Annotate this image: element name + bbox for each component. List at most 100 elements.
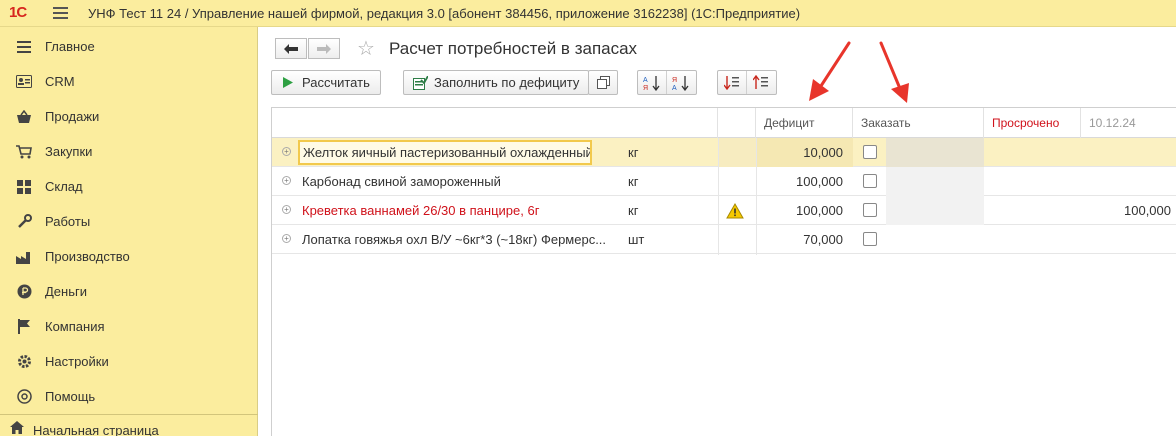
order-checkbox[interactable] <box>863 232 877 246</box>
row-order-qty[interactable] <box>886 196 984 225</box>
basket-icon <box>16 109 32 125</box>
column-header-name[interactable] <box>272 108 718 138</box>
column-header-deficit[interactable]: Дефицит <box>756 108 853 138</box>
cart-icon <box>16 144 32 160</box>
overdue-header-label: Просрочено <box>992 116 1060 130</box>
row-date-value <box>1081 167 1176 196</box>
row-unit: кг <box>628 203 639 218</box>
copy-button[interactable] <box>588 70 618 95</box>
sidebar-item-label: Главное <box>45 39 95 54</box>
sidebar-item-label: Склад <box>45 179 83 194</box>
sidebar: Главное CRM Продажи Закупки Склад Работы <box>0 27 258 436</box>
table-row[interactable]: + Желток яичный пастеризованный охлажден… <box>272 138 1176 167</box>
svg-text:А: А <box>643 77 648 84</box>
expand-icon[interactable]: + <box>282 205 291 214</box>
row-date-value <box>1081 225 1176 254</box>
deficit-header-label: Дефицит <box>764 116 815 130</box>
column-header-order[interactable]: Заказать <box>853 108 984 138</box>
row-order-qty[interactable] <box>886 225 984 254</box>
table-row[interactable]: + Лопатка говяжья охл В/У ~6кг*3 (~18кг)… <box>272 225 1176 254</box>
sidebar-item-purchases[interactable]: Закупки <box>0 134 258 169</box>
factory-icon <box>16 249 32 265</box>
sidebar-item-company[interactable]: Компания <box>0 309 258 344</box>
row-deficit: 100,000 <box>796 203 843 218</box>
column-header-date[interactable]: 10.12.24 <box>1081 108 1176 138</box>
back-button[interactable] <box>275 38 307 59</box>
home-icon <box>10 421 24 436</box>
move-down-icon[interactable] <box>718 71 746 94</box>
sidebar-item-label: Помощь <box>45 389 96 404</box>
sidebar-divider <box>0 414 258 415</box>
sidebar-item-money[interactable]: Деньги <box>0 274 258 309</box>
sidebar-item-label: Деньги <box>45 284 87 299</box>
order-checkbox[interactable] <box>863 145 877 159</box>
sort-ascending-icon[interactable]: АЯ <box>638 71 666 94</box>
hamburger-menu-icon[interactable] <box>53 7 68 19</box>
sort-buttons-group: АЯ ЯА <box>637 70 697 95</box>
row-deficit: 100,000 <box>796 174 843 189</box>
row-name[interactable]: Желток яичный пастеризованный охлажденны… <box>298 140 592 165</box>
sidebar-item-production[interactable]: Производство <box>0 239 258 274</box>
table-header: Дефицит Заказать Просрочено 10.12.24 <box>272 108 1176 138</box>
flag-icon <box>16 319 32 335</box>
column-header-overdue[interactable]: Просрочено <box>984 108 1081 138</box>
row-name[interactable]: Креветка ваннамей 26/30 в панцире, 6г <box>302 196 622 225</box>
menu-lines-icon <box>16 39 32 55</box>
move-buttons-group <box>717 70 777 95</box>
needs-table: Дефицит Заказать Просрочено 10.12.24 + Ж… <box>271 107 1176 436</box>
column-divider <box>718 138 719 255</box>
order-checkbox[interactable] <box>863 174 877 188</box>
sidebar-item-sales[interactable]: Продажи <box>0 99 258 134</box>
arrow-left-icon <box>284 43 298 54</box>
row-unit: кг <box>628 145 639 160</box>
column-header-warning[interactable] <box>718 108 756 138</box>
move-up-icon[interactable] <box>746 71 774 94</box>
main-panel: ☆ Расчет потребностей в запасах Рассчита… <box>259 27 1176 436</box>
page-title: Расчет потребностей в запасах <box>389 39 638 58</box>
sort-descending-icon[interactable]: ЯА <box>666 71 694 94</box>
sidebar-item-works[interactable]: Работы <box>0 204 258 239</box>
order-header-label: Заказать <box>861 116 911 130</box>
row-name[interactable]: Лопатка говяжья охл В/У ~6кг*3 (~18кг) Ф… <box>302 225 622 254</box>
sidebar-item-settings[interactable]: Настройки <box>0 344 258 379</box>
row-overdue <box>984 225 1081 254</box>
expand-icon[interactable]: + <box>282 147 291 156</box>
sidebar-item-main[interactable]: Главное <box>0 29 258 64</box>
sidebar-item-label: Производство <box>45 249 130 264</box>
ruble-coin-icon <box>16 284 32 300</box>
row-date-value <box>1081 138 1176 167</box>
expand-icon[interactable]: + <box>282 234 291 243</box>
sidebar-item-label: Работы <box>45 214 91 229</box>
warehouse-grid-icon <box>16 179 32 195</box>
order-checkbox[interactable] <box>863 203 877 217</box>
table-row[interactable]: + Карбонад свиной замороженный кг 100,00… <box>272 167 1176 196</box>
home-label: Начальная страница <box>33 423 159 436</box>
arrow-right-icon <box>317 43 331 54</box>
sidebar-item-label: Продажи <box>45 109 100 124</box>
forward-button[interactable] <box>308 38 340 59</box>
contact-card-icon <box>16 74 32 90</box>
expand-icon[interactable]: + <box>282 176 291 185</box>
annotation-arrows <box>809 41 909 103</box>
sidebar-item-crm[interactable]: CRM <box>0 64 258 99</box>
sidebar-item-help[interactable]: Помощь <box>0 379 258 414</box>
table-row[interactable]: + Креветка ваннамей 26/30 в панцире, 6г … <box>272 196 1176 225</box>
row-order-qty[interactable] <box>886 138 984 167</box>
tools-icon <box>16 214 32 230</box>
row-date-value: 100,000 <box>1124 203 1171 218</box>
calculate-button[interactable]: Рассчитать <box>271 70 381 95</box>
svg-text:А: А <box>672 85 677 91</box>
sidebar-item-warehouse[interactable]: Склад <box>0 169 258 204</box>
app-logo: 1С <box>9 4 27 21</box>
gear-icon <box>16 354 32 370</box>
row-order-qty[interactable] <box>886 167 984 196</box>
date-header-label: 10.12.24 <box>1089 116 1136 130</box>
row-name[interactable]: Карбонад свиной замороженный <box>302 167 622 196</box>
calculate-label: Рассчитать <box>302 75 370 90</box>
title-bar: 1С УНФ Тест 11 24 / Управление нашей фир… <box>0 0 1176 27</box>
column-divider <box>756 138 757 255</box>
fill-by-deficit-button[interactable]: Заполнить по дефициту <box>403 70 589 95</box>
favorite-star-icon[interactable]: ☆ <box>357 36 375 61</box>
sidebar-item-label: Настройки <box>45 354 109 369</box>
sidebar-item-home[interactable]: Начальная страница <box>0 419 258 436</box>
